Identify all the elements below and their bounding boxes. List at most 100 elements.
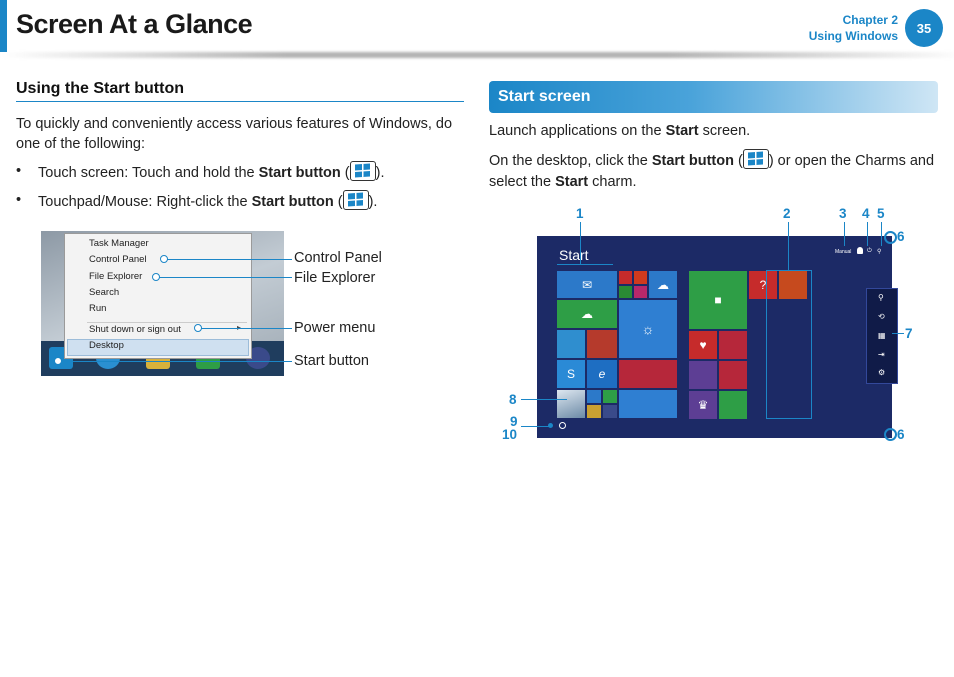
trophy-icon: ♛ [697, 398, 709, 412]
health-tile[interactable]: ♥ [689, 331, 717, 359]
leader-9 [521, 426, 551, 427]
music-tile[interactable] [634, 271, 647, 284]
start-screen-title: Start [559, 247, 589, 263]
heart-icon: ♥ [699, 338, 707, 352]
bullet-paren-open: ( [340, 165, 350, 181]
charm-share-icon[interactable]: ⟲ [878, 312, 885, 321]
skype-tile[interactable]: S [557, 360, 585, 388]
photos-tile[interactable] [557, 330, 585, 358]
bullet-text: Touchpad/Mouse: Right-click the [38, 194, 252, 210]
video-tile[interactable] [619, 271, 632, 284]
camera-tile[interactable] [634, 286, 647, 298]
leader-2 [788, 222, 789, 270]
leader-9-dot [548, 423, 553, 428]
bullet-touch-screen: • Touch screen: Touch and hold the Start… [16, 161, 461, 183]
para-text: Launch applications on the [489, 123, 666, 139]
leader-2-right [811, 270, 812, 418]
section-label: Using Windows [808, 29, 898, 43]
callout-number-1: 1 [576, 206, 584, 221]
header-accent-bar [0, 0, 7, 52]
start-button-icon [742, 149, 769, 169]
weather-tile[interactable]: ☼ [619, 300, 677, 358]
bullet-bold: Start button [251, 194, 334, 210]
callout-line-file-explorer [156, 277, 292, 278]
food-tile[interactable] [719, 331, 747, 359]
menu-item-task-manager[interactable]: Task Manager [89, 238, 149, 249]
people-tile[interactable] [779, 271, 807, 299]
leader-2-bottom [766, 418, 812, 419]
calendar-tile[interactable]: ☁ [557, 300, 617, 328]
reading-tile[interactable] [719, 361, 747, 389]
para-text: charm. [588, 174, 637, 190]
menu-item-run[interactable]: Run [89, 303, 106, 314]
charm-start-icon[interactable]: ▦ [878, 331, 886, 340]
charms-bar[interactable]: ⚲ ⟲ ▦ ⇥ ⚙ [866, 288, 898, 384]
leader-5 [881, 222, 882, 246]
hot-corner-ring-bottom [884, 428, 897, 441]
onedrive-tile[interactable]: ☁ [649, 271, 677, 298]
menu-item-control-panel[interactable]: Control Panel [89, 254, 147, 265]
small-tile-d[interactable] [603, 405, 617, 418]
user-avatar-icon[interactable] [857, 247, 863, 254]
callout-number-10: 10 [502, 427, 518, 442]
callout-number-8: 8 [509, 392, 517, 407]
callout-number-6-bottom: 6 [897, 427, 905, 442]
bullet-paren-close: ). [375, 165, 385, 181]
context-menu: Task Manager Control Panel File Explorer… [64, 233, 252, 359]
callout-number-2: 2 [783, 206, 791, 221]
skype-icon: S [566, 367, 575, 381]
leader-3 [844, 222, 845, 246]
bullet-paren-close: ). [368, 194, 378, 210]
sports-tile[interactable] [689, 361, 717, 389]
charm-settings-icon[interactable]: ⚙ [878, 368, 885, 377]
callout-line-control-panel [164, 259, 292, 260]
menu-item-file-explorer[interactable]: File Explorer [89, 271, 142, 282]
callout-start-button: Start button [294, 353, 369, 369]
para-text: ( [733, 153, 743, 169]
charm-search-icon[interactable]: ⚲ [878, 293, 884, 302]
callout-dot [194, 324, 202, 332]
onenote-tile[interactable] [587, 330, 617, 358]
trophy-tile[interactable]: ♛ [689, 391, 717, 419]
start-screen-paragraph-2: On the desktop, click the Start button (… [489, 149, 939, 193]
user-name: Manual [835, 249, 852, 255]
small-tile-b[interactable] [603, 390, 617, 403]
bullet-mark: • [16, 163, 22, 179]
finance-tile[interactable] [719, 391, 747, 419]
callout-file-explorer: File Explorer [294, 270, 376, 286]
callout-number-4: 4 [862, 206, 870, 221]
store-tile[interactable]: ■ [689, 271, 747, 329]
section-heading-start-button: Using the Start button [16, 80, 184, 97]
chapter-label: Chapter 2 [842, 13, 898, 27]
callout-line-start-button [58, 361, 292, 362]
menu-item-desktop[interactable]: Desktop [89, 340, 124, 351]
leader-2-left [766, 270, 767, 418]
para-bold: Start [665, 123, 699, 139]
callout-dot [152, 273, 160, 281]
callout-line-power-menu [198, 328, 292, 329]
desktop-tile[interactable] [557, 390, 585, 418]
mail-tile[interactable]: ✉ [557, 271, 617, 298]
all-apps-arrow-icon[interactable] [559, 422, 566, 429]
menu-item-search[interactable]: Search [89, 287, 119, 298]
start-screen-screenshot: Start Manual ⏻ ⚲ ✉ ☁ ☁ ☼ S e ■ ? ♥ ♛ [537, 236, 892, 438]
menu-item-shut-down[interactable]: Shut down or sign out [89, 324, 181, 335]
leader-1-bracket [557, 264, 613, 265]
calculator-tile[interactable] [619, 390, 677, 418]
charm-devices-icon[interactable]: ⇥ [878, 350, 885, 359]
power-icon[interactable]: ⏻ [867, 248, 872, 255]
games-tile[interactable] [619, 286, 632, 298]
small-tile-c[interactable] [587, 405, 601, 418]
help-tile[interactable]: ? [749, 271, 777, 299]
news-tile[interactable] [619, 360, 677, 388]
search-icon[interactable]: ⚲ [877, 248, 881, 255]
page-number-badge: 35 [905, 9, 943, 47]
leader-1 [580, 222, 581, 264]
page-title: Screen At a Glance [16, 9, 253, 39]
cloud-icon: ☁ [657, 277, 669, 292]
callout-dot [160, 255, 168, 263]
ie-tile[interactable]: e [587, 360, 617, 388]
small-tile-a[interactable] [587, 390, 601, 403]
ie-icon: e [598, 367, 606, 381]
chapter-info: Chapter 2 Using Windows [809, 12, 898, 44]
